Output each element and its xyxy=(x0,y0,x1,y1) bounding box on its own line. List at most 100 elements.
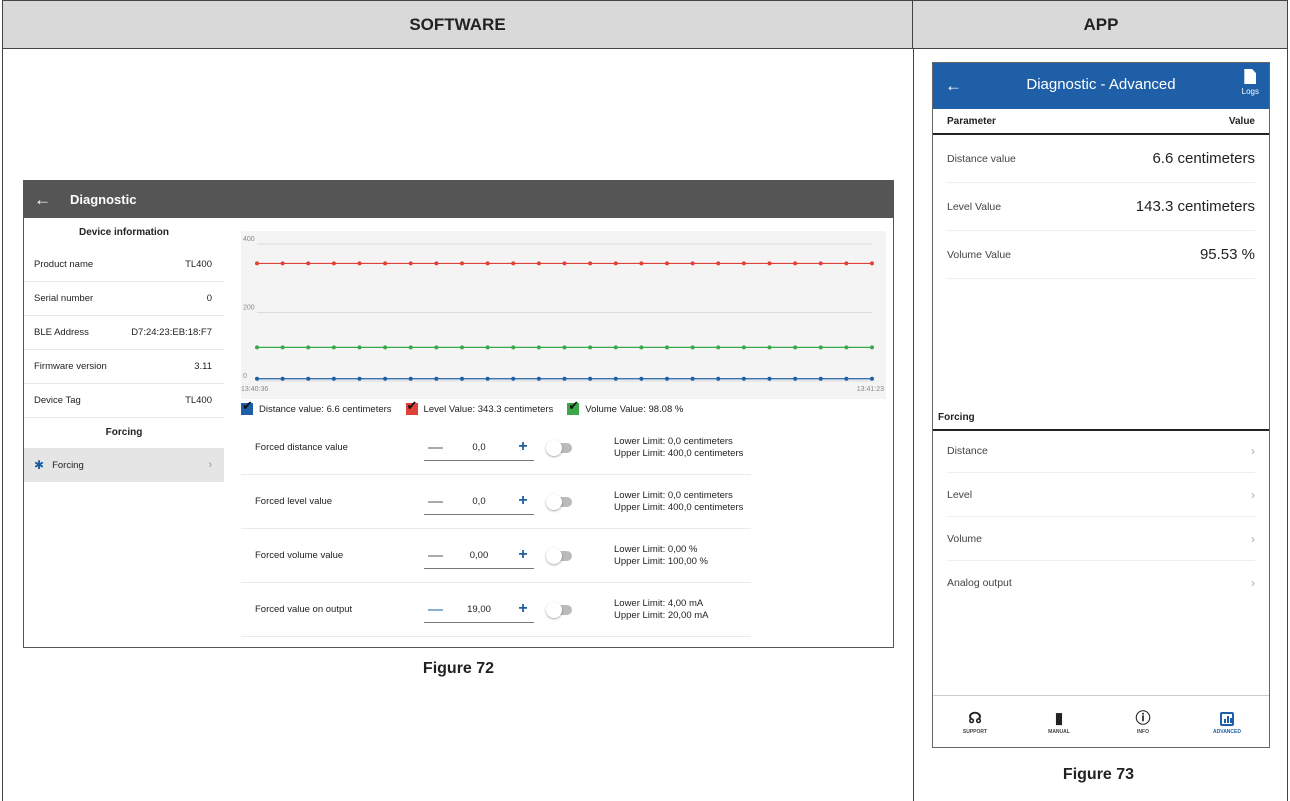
chevron-right-icon: › xyxy=(208,459,212,471)
info-label: Device Tag xyxy=(34,395,81,406)
data-point xyxy=(280,376,285,381)
figure-caption-software: Figure 72 xyxy=(422,660,495,677)
force-toggle[interactable] xyxy=(546,547,572,564)
data-point xyxy=(562,376,567,381)
info-label: Firmware version xyxy=(34,361,107,372)
data-point xyxy=(767,376,772,381)
toggle-knob xyxy=(546,439,562,456)
app-screen: ← Diagnostic - Advanced Logs Parameter V… xyxy=(932,62,1270,748)
minus-button[interactable]: — xyxy=(428,493,443,510)
app-title-bar: ← Diagnostic - Advanced Logs xyxy=(933,63,1269,109)
data-point xyxy=(383,376,388,381)
forcing-item-volume[interactable]: Volume › xyxy=(947,517,1255,561)
data-point xyxy=(331,261,336,266)
limits: Lower Limit: 4,00 mA Upper Limit: 20,00 … xyxy=(614,598,709,622)
device-info-title: Device information xyxy=(78,227,170,238)
data-point xyxy=(793,345,798,350)
forcing-item-analog-output[interactable]: Analog output › xyxy=(947,561,1255,605)
plus-button[interactable]: + xyxy=(516,492,530,510)
data-point xyxy=(357,376,362,381)
data-point xyxy=(485,261,490,266)
stepper-value[interactable]: 19,00 xyxy=(467,604,491,615)
forced-label: Forced value on output xyxy=(255,604,353,615)
sidebar-item-label: Forcing xyxy=(52,459,84,471)
sidebar-item-forcing[interactable]: ✱ Forcing › xyxy=(24,448,224,482)
limits: Lower Limit: 0,00 % Upper Limit: 100,00 … xyxy=(614,544,708,568)
data-point xyxy=(767,345,772,350)
forced-row-distance: Forced distance value — 0,0 + Lower Limi… xyxy=(241,421,751,475)
data-point xyxy=(408,261,413,266)
nav-advanced[interactable]: ADVANCED xyxy=(1197,709,1257,735)
x-tick-label: 13:40:36 xyxy=(241,386,268,393)
chevron-right-icon: › xyxy=(1251,487,1255,502)
software-window: ← Diagnostic Device information Product … xyxy=(23,180,894,648)
forcing-list: Distance › Level › Volume › Analog outpu… xyxy=(933,429,1269,605)
legend-checkbox[interactable] xyxy=(405,398,418,415)
plus-button[interactable]: + xyxy=(516,600,530,618)
software-title-bar: ← Diagnostic xyxy=(24,181,893,218)
data-point xyxy=(331,345,336,350)
plus-button[interactable]: + xyxy=(516,438,530,456)
legend-label: Level Value: 343.3 centimeters xyxy=(423,403,554,415)
force-toggle[interactable] xyxy=(546,493,572,510)
forcing-item-level[interactable]: Level › xyxy=(947,473,1255,517)
legend-item-distance[interactable]: Distance value: 6.6 centimeters xyxy=(241,398,392,415)
software-column-header: SOFTWARE xyxy=(409,15,506,34)
force-toggle[interactable] xyxy=(546,439,572,456)
legend-item-level[interactable]: Level Value: 343.3 centimeters xyxy=(405,398,554,415)
stepper-value[interactable]: 0,00 xyxy=(470,550,489,561)
data-point xyxy=(280,261,285,266)
forced-row-volume: Forced volume value — 0,00 + Lower Limit… xyxy=(241,529,751,583)
table-header-row: SOFTWARE APP xyxy=(3,1,1287,49)
data-point xyxy=(716,261,721,266)
data-point xyxy=(844,376,849,381)
nav-label: SUPPORT xyxy=(962,728,988,735)
data-point xyxy=(434,345,439,350)
forcing-header: Forcing xyxy=(933,407,1269,431)
minus-button[interactable]: — xyxy=(428,601,443,618)
limits: Lower Limit: 0,0 centimeters Upper Limit… xyxy=(614,490,743,514)
stepper-value[interactable]: 0,0 xyxy=(472,496,485,507)
nav-label: MANUAL xyxy=(1048,728,1070,735)
data-point xyxy=(716,376,721,381)
nav-manual[interactable]: ▮ MANUAL xyxy=(1029,709,1089,735)
back-arrow-icon[interactable]: ← xyxy=(34,190,60,210)
document-icon xyxy=(1244,69,1257,84)
y-tick-label: 200 xyxy=(243,305,255,312)
param-value: 143.3 centimeters xyxy=(1135,198,1255,215)
upper-limit: Upper Limit: 400,0 centimeters xyxy=(614,447,744,459)
data-point xyxy=(511,261,516,266)
data-point xyxy=(408,376,413,381)
data-point xyxy=(613,345,618,350)
legend-checkbox[interactable] xyxy=(567,398,580,415)
force-toggle[interactable] xyxy=(546,601,572,618)
upper-limit: Upper Limit: 400,0 centimeters xyxy=(614,501,744,513)
data-point xyxy=(818,261,823,266)
legend-item-volume[interactable]: Volume Value: 98.08 % xyxy=(567,398,683,415)
nav-support[interactable]: ☊ SUPPORT xyxy=(945,709,1005,735)
stepper-value[interactable]: 0,0 xyxy=(472,442,485,453)
nav-info[interactable]: ⓘ INFO xyxy=(1113,709,1173,735)
x-tick-label: 13:41:23 xyxy=(857,386,884,393)
column-divider xyxy=(913,49,914,801)
minus-button[interactable]: — xyxy=(428,439,443,456)
legend-checkbox[interactable] xyxy=(241,398,253,415)
forcing-item-distance[interactable]: Distance › xyxy=(947,429,1255,473)
parameter-header-label: Parameter xyxy=(947,115,996,127)
logs-button[interactable]: Logs xyxy=(1242,69,1259,96)
plus-button[interactable]: + xyxy=(516,546,530,564)
data-point xyxy=(588,345,593,350)
logs-label: Logs xyxy=(1241,87,1259,96)
data-point xyxy=(536,345,541,350)
param-label: Volume Value xyxy=(947,248,1012,261)
y-tick-label: 0 xyxy=(243,373,247,380)
toggle-knob xyxy=(546,547,562,564)
data-point xyxy=(306,345,311,350)
info-row-product-name: Product name TL400 xyxy=(24,248,224,282)
data-point xyxy=(383,261,388,266)
chevron-right-icon: › xyxy=(1251,531,1255,546)
forcing-item-label: Analog output xyxy=(947,577,1012,589)
lower-limit: Lower Limit: 0,00 % xyxy=(614,543,698,555)
forced-values-list: Forced distance value — 0,0 + Lower Limi… xyxy=(241,421,751,637)
minus-button[interactable]: — xyxy=(428,547,443,564)
